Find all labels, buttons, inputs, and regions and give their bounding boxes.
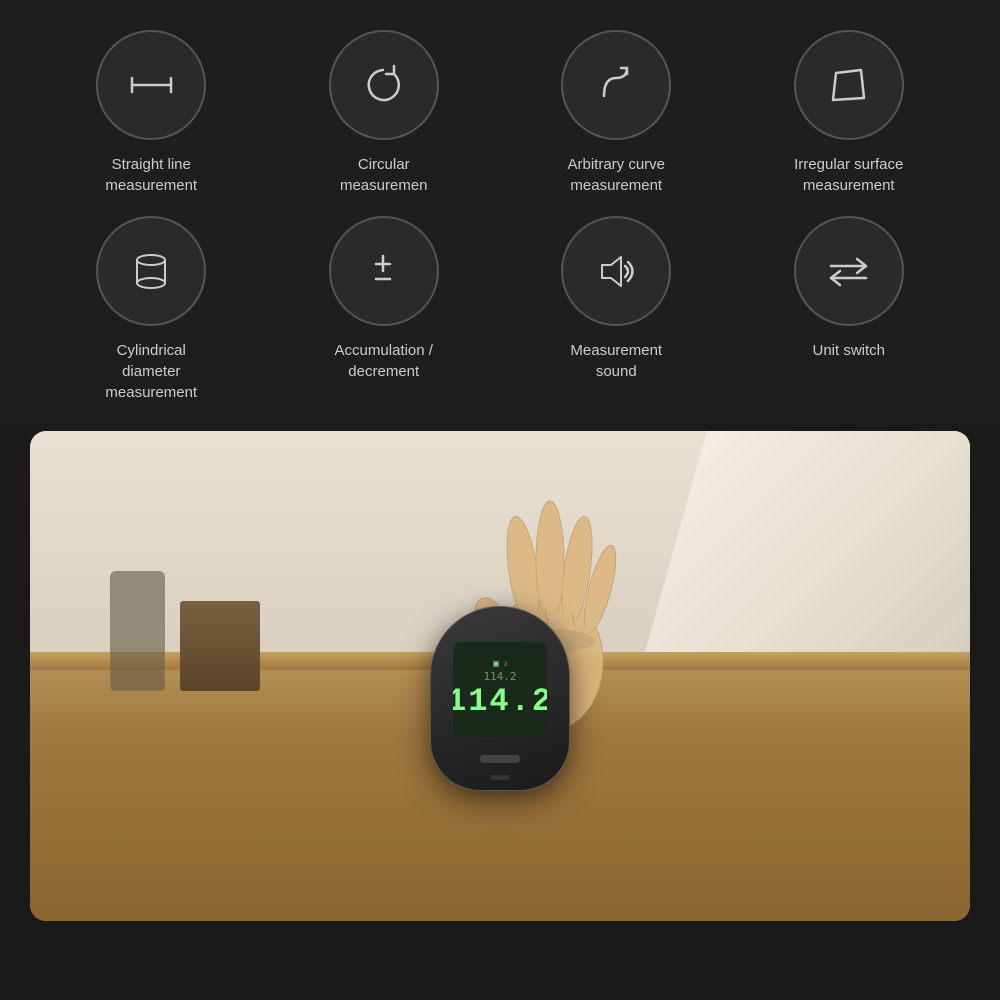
device-top-button[interactable] — [480, 755, 520, 763]
straight-line-circle — [96, 30, 206, 140]
sound-label: Measurementsound — [570, 340, 662, 382]
screen-small-value: 114.2 — [483, 670, 516, 683]
bottom-photo: ▣ ♪ 114.2 114.2 — [30, 431, 970, 921]
screen-top-row: ▣ ♪ — [492, 659, 508, 668]
straight-line-label: Straight linemeasurement — [105, 154, 197, 196]
device-port — [490, 775, 510, 780]
feature-accumulation: Accumulation /decrement — [273, 216, 496, 403]
unit-switch-icon — [821, 244, 876, 299]
cylindrical-icon — [124, 244, 179, 299]
feature-sound: Measurementsound — [505, 216, 728, 403]
accumulation-label: Accumulation /decrement — [335, 340, 433, 382]
cylindrical-circle — [96, 216, 206, 326]
feature-straight-line: Straight linemeasurement — [40, 30, 263, 196]
irregular-surface-icon — [821, 58, 876, 113]
page-container: Straight linemeasurement Circularmeasure… — [0, 0, 1000, 921]
box-object — [180, 601, 260, 691]
irregular-surface-circle — [794, 30, 904, 140]
accumulation-icon — [356, 244, 411, 299]
feature-irregular-surface: Irregular surfacemeasurement — [738, 30, 961, 196]
screen-sound-icon: ♪ — [504, 659, 508, 668]
cylindrical-label: Cylindricaldiametermeasurement — [105, 340, 197, 403]
unit-switch-circle — [794, 216, 904, 326]
straight-line-icon — [124, 58, 179, 113]
sound-icon — [589, 244, 644, 299]
glass-object — [110, 571, 165, 691]
circular-label: Circularmeasuremen — [340, 154, 428, 196]
circular-icon — [356, 58, 411, 113]
accumulation-circle — [329, 216, 439, 326]
device-body: ▣ ♪ 114.2 114.2 — [430, 606, 570, 791]
features-grid: Straight linemeasurement Circularmeasure… — [0, 0, 1000, 423]
circular-circle — [329, 30, 439, 140]
feature-circular: Circularmeasuremen — [273, 30, 496, 196]
arbitrary-curve-icon — [589, 58, 644, 113]
sound-circle — [561, 216, 671, 326]
arbitrary-curve-label: Arbitrary curvemeasurement — [567, 154, 665, 196]
irregular-surface-label: Irregular surfacemeasurement — [794, 154, 903, 196]
feature-arbitrary-curve: Arbitrary curvemeasurement — [505, 30, 728, 196]
screen-mode-icon: ▣ — [492, 659, 500, 668]
screen-main-value: 114.2 — [453, 683, 547, 720]
feature-unit-switch: Unit switch — [738, 216, 961, 403]
unit-switch-label: Unit switch — [812, 340, 885, 361]
device-screen: ▣ ♪ 114.2 114.2 — [453, 642, 547, 737]
glass-body — [110, 571, 165, 691]
arbitrary-curve-circle — [561, 30, 671, 140]
feature-cylindrical: Cylindricaldiametermeasurement — [40, 216, 263, 403]
measuring-device: ▣ ♪ 114.2 114.2 — [430, 606, 570, 791]
photo-scene: ▣ ♪ 114.2 114.2 — [30, 431, 970, 921]
